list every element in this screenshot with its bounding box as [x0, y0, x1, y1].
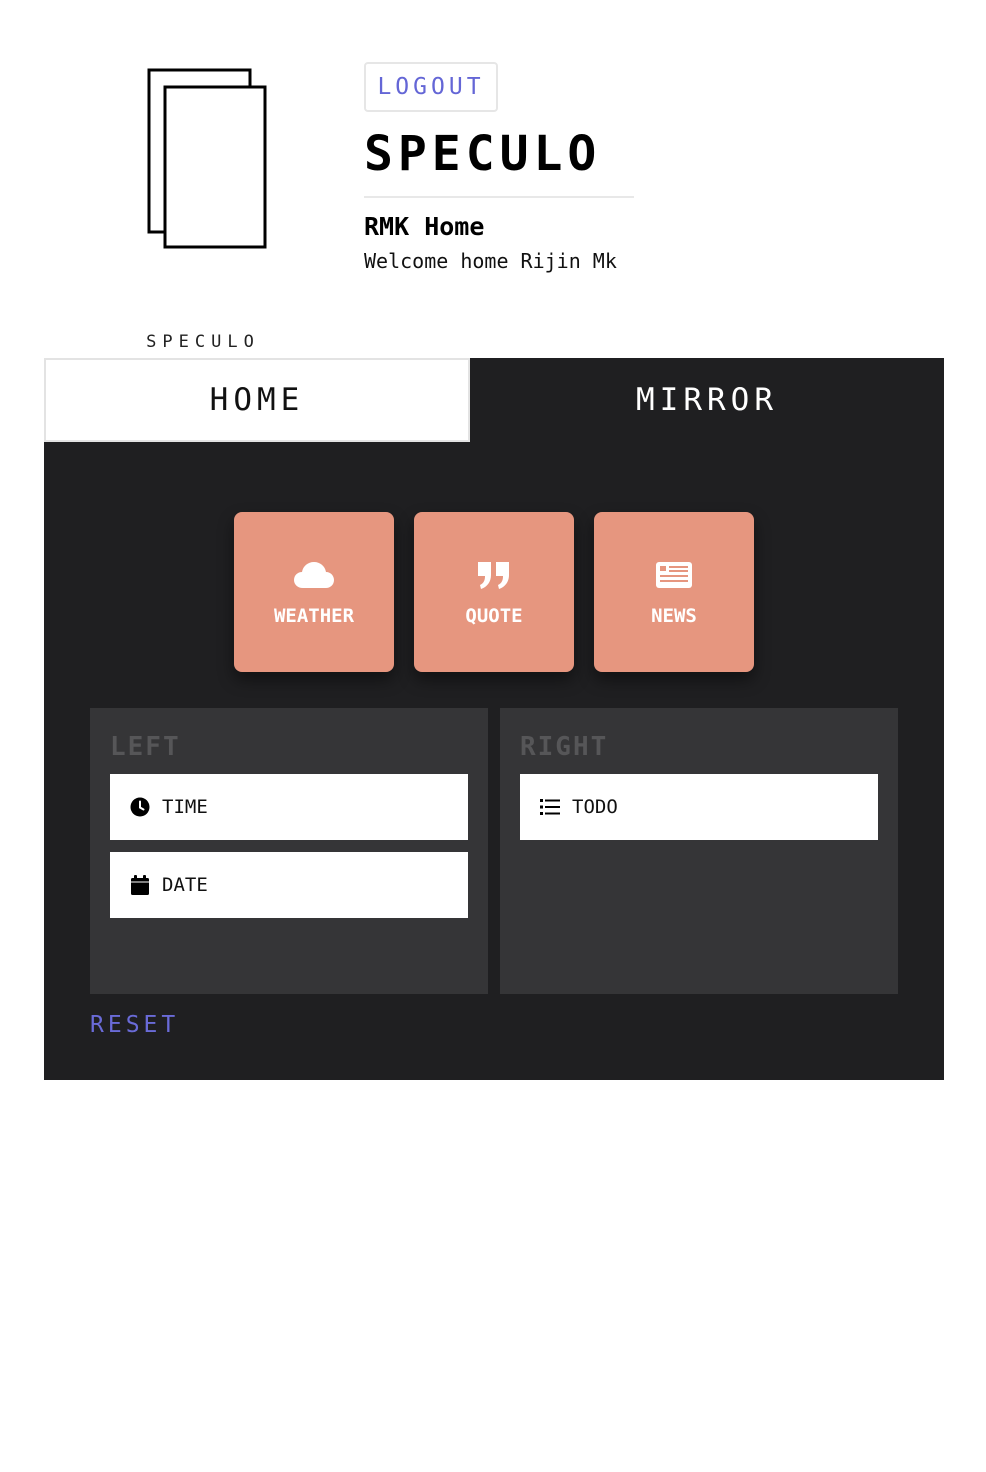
weather-tile[interactable]: WEATHER: [234, 512, 394, 672]
app-title: SPECULO: [364, 126, 602, 182]
news-tile[interactable]: NEWS: [594, 512, 754, 672]
home-name: RMK Home: [364, 212, 485, 241]
logout-button[interactable]: LOGOUT: [364, 62, 498, 112]
time-widget[interactable]: TIME: [110, 774, 468, 840]
title-divider: [364, 196, 634, 198]
cloud-icon: [292, 557, 336, 593]
speculo-logo: SPECULO: [138, 66, 268, 352]
todo-widget[interactable]: TODO: [520, 774, 878, 840]
tab-home[interactable]: HOME: [44, 358, 470, 442]
module-tiles: WEATHER QUOTE NEWS: [234, 512, 754, 672]
reset-button[interactable]: RESET: [90, 1012, 179, 1038]
tab-mirror[interactable]: MIRROR: [470, 358, 944, 442]
quote-tile[interactable]: QUOTE: [414, 512, 574, 672]
quote-label: QUOTE: [465, 605, 523, 627]
quote-icon: [472, 557, 516, 593]
newspaper-icon: [652, 557, 696, 593]
logo-text: SPECULO: [146, 332, 260, 352]
left-zone[interactable]: LEFT TIME DATE: [90, 708, 488, 994]
date-widget[interactable]: DATE: [110, 852, 468, 918]
left-zone-title: LEFT: [110, 732, 181, 762]
time-label: TIME: [162, 796, 208, 818]
todo-label: TODO: [572, 796, 618, 818]
weather-label: WEATHER: [273, 605, 355, 627]
list-icon: [540, 797, 560, 817]
date-label: DATE: [162, 874, 208, 896]
news-label: NEWS: [651, 605, 697, 627]
welcome-message: Welcome home Rijin Mk: [364, 249, 617, 273]
right-zone-title: RIGHT: [520, 732, 609, 762]
mirror-config-panel: HOME MIRROR WEATHER QUOTE NEWS LEFT TIME…: [44, 358, 944, 1080]
calendar-icon: [130, 875, 150, 895]
clock-icon: [130, 797, 150, 817]
speculo-logo-icon: [147, 68, 267, 249]
right-zone[interactable]: RIGHT TODO: [500, 708, 898, 994]
